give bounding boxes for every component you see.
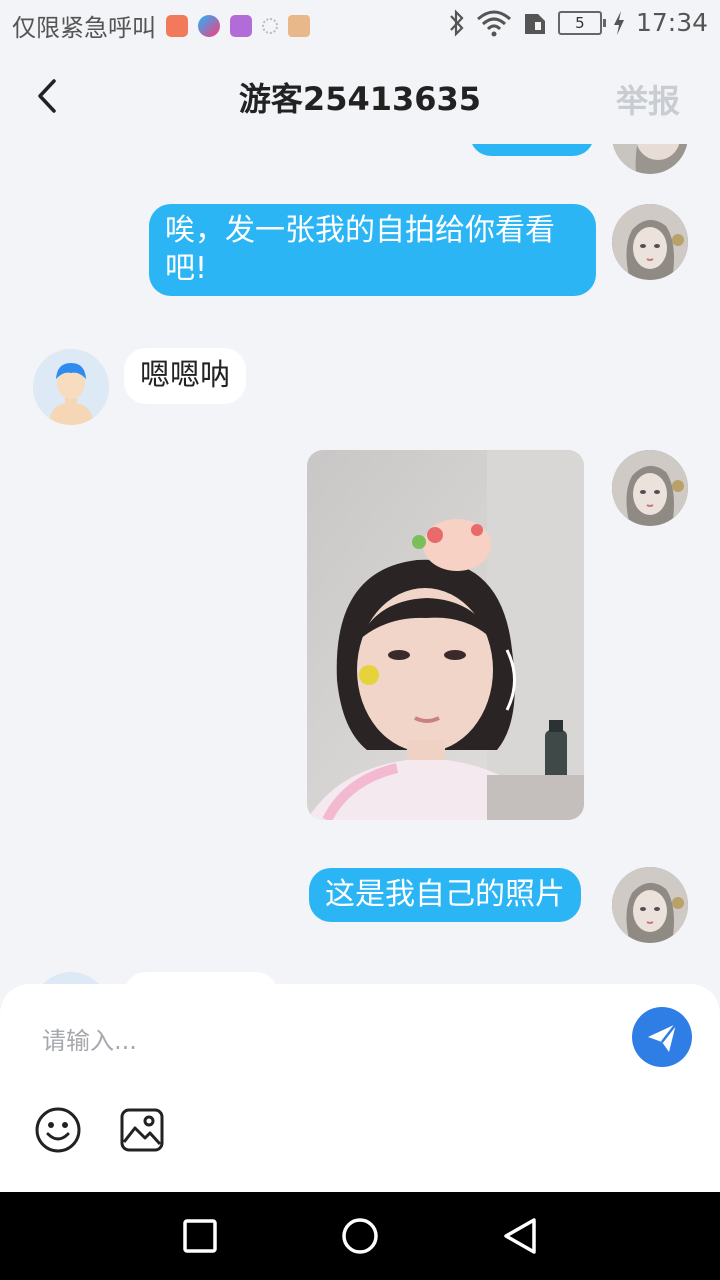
mail-app-icon: [166, 14, 188, 37]
message-list[interactable]: 唉，发一张我的自拍给你看看吧! 嗯嗯呐 这是我自己的照片: [0, 144, 720, 984]
message-bubble[interactable]: 嗯嗯呐: [124, 348, 246, 404]
carrier-text: 仅限紧急呼叫: [12, 14, 156, 42]
chat-title: 游客25413635: [238, 80, 482, 118]
input-panel: [0, 984, 720, 1192]
my-avatar[interactable]: [612, 144, 688, 174]
message-input[interactable]: [40, 1020, 604, 1062]
system-nav-bar: [0, 1192, 720, 1280]
message-text: 唉，发一张我的自拍给你看看吧!: [165, 213, 555, 286]
avatar-app-icon: [288, 14, 310, 37]
emoji-icon[interactable]: [34, 1106, 82, 1154]
chat-header: 游客25413635 举报: [0, 48, 720, 144]
sim-icon: [524, 13, 545, 34]
selfie-photo[interactable]: [307, 450, 584, 820]
report-button[interactable]: 举报: [616, 76, 680, 122]
battery-level: 5: [575, 13, 585, 32]
wifi-icon: [476, 10, 511, 36]
image-picker-icon[interactable]: [118, 1106, 166, 1154]
status-time: 17:34: [635, 8, 708, 37]
message-text: 这是我自己的照片: [325, 877, 565, 912]
loading-icon: [262, 17, 278, 34]
message-bubble[interactable]: 这是我自己的照片: [309, 868, 581, 922]
status-bar: 仅限紧急呼叫 5 17:34: [0, 0, 720, 48]
my-avatar[interactable]: [612, 450, 688, 526]
contact-avatar[interactable]: [33, 349, 109, 425]
contact-avatar[interactable]: [33, 972, 109, 984]
message-bubble[interactable]: 唉，发一张我的自拍给你看看吧!: [149, 204, 596, 296]
my-avatar[interactable]: [612, 867, 688, 943]
my-avatar[interactable]: [612, 204, 688, 280]
charging-icon: [613, 10, 624, 35]
next-message-bubble[interactable]: [124, 972, 278, 984]
send-button[interactable]: [632, 1007, 692, 1067]
bluetooth-icon: [450, 8, 464, 37]
previous-message-bubble[interactable]: [470, 144, 594, 156]
recent-apps-icon[interactable]: [178, 1214, 222, 1258]
gallery-app-icon: [230, 14, 252, 37]
back-nav-icon[interactable]: [498, 1214, 542, 1258]
home-icon[interactable]: [338, 1214, 382, 1258]
battery-icon: 5: [557, 10, 606, 35]
youku-app-icon: [198, 14, 220, 37]
send-icon: [648, 1023, 677, 1052]
message-text: 嗯嗯呐: [140, 358, 230, 393]
